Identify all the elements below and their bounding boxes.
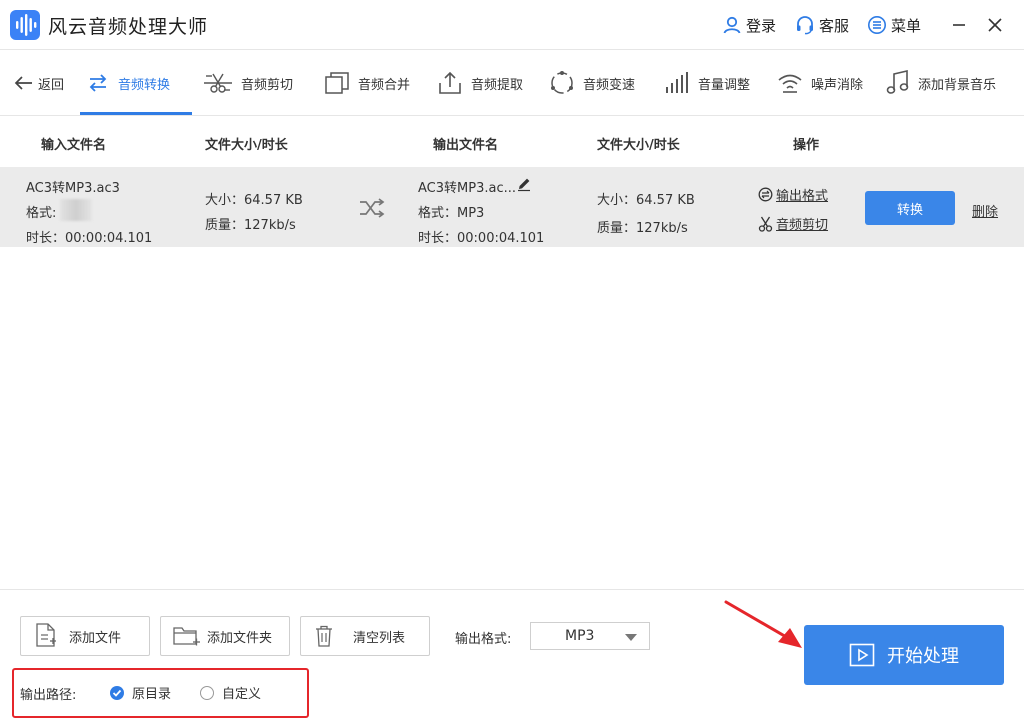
music-note-icon xyxy=(886,70,909,94)
tab-audio-cut[interactable]: 音频剪切 xyxy=(203,50,293,116)
radio-custom-directory[interactable]: 自定义 xyxy=(200,683,261,702)
clear-list-button[interactable]: 清空列表 xyxy=(300,616,430,656)
file-table-header: 输入文件名 文件大小/时长 输出文件名 文件大小/时长 操作 xyxy=(0,117,1024,167)
clear-list-label: 清空列表 xyxy=(353,630,406,646)
radio-unchecked-icon xyxy=(200,685,214,700)
output-quality: 质量：127kb/s xyxy=(597,221,688,236)
customer-service-button[interactable]: 客服 xyxy=(795,13,849,37)
tab-add-bgm[interactable]: 添加背景音乐 xyxy=(886,50,996,116)
wifi-noise-icon xyxy=(778,74,802,93)
tab-noise-removal[interactable]: 噪声消除 xyxy=(777,50,863,116)
radio-custom-label: 自定义 xyxy=(222,687,262,702)
menu-button[interactable]: 菜单 xyxy=(867,13,921,37)
add-folder-label: 添加文件夹 xyxy=(207,630,273,646)
column-header-output-size: 文件大小/时长 xyxy=(597,138,680,153)
customer-service-label: 客服 xyxy=(819,16,850,35)
add-file-icon xyxy=(36,623,56,647)
speed-dial-icon xyxy=(551,71,573,94)
menu-icon xyxy=(868,16,886,34)
volume-bars-icon xyxy=(666,72,688,93)
column-header-output-name: 输出文件名 xyxy=(433,138,499,153)
minimize-icon xyxy=(953,24,965,26)
input-quality: 质量：127kb/s xyxy=(205,218,296,233)
chevron-down-icon xyxy=(625,634,637,641)
tab-label: 噪声消除 xyxy=(811,77,864,93)
tab-label: 音量调整 xyxy=(698,77,751,93)
output-format-select[interactable]: MP3 xyxy=(530,622,650,650)
input-duration: 时长：00:00:04.101 xyxy=(26,231,153,246)
output-format: 格式：MP3 xyxy=(418,206,485,221)
app-title: 风云音频处理大师 xyxy=(48,16,209,38)
radio-checked-icon xyxy=(110,685,124,700)
waveform-cut-icon xyxy=(204,73,232,93)
column-header-actions: 操作 xyxy=(793,138,820,153)
output-format-action[interactable]: 输出格式 xyxy=(758,185,828,204)
back-button[interactable]: 返回 xyxy=(14,50,64,116)
tab-audio-extract[interactable]: 音频提取 xyxy=(437,50,523,116)
close-icon xyxy=(988,18,1002,32)
app-logo xyxy=(10,10,40,40)
tab-label: 音频转换 xyxy=(118,77,171,93)
audio-cut-link[interactable]: 音频剪切 xyxy=(776,214,828,233)
convert-button[interactable]: 转换 xyxy=(865,191,955,225)
trash-icon xyxy=(316,625,332,647)
tab-label: 音频剪切 xyxy=(241,77,294,93)
back-label: 返回 xyxy=(38,77,65,93)
divider xyxy=(0,589,1024,590)
tab-audio-convert[interactable]: 音频转换 xyxy=(86,50,170,116)
merge-icon xyxy=(325,72,349,94)
add-folder-icon xyxy=(173,627,200,646)
active-tab-indicator xyxy=(80,112,192,115)
tab-label: 音频变速 xyxy=(583,77,636,93)
tab-label: 音频提取 xyxy=(471,77,524,93)
output-file-name: AC3转MP3.ac... xyxy=(418,181,516,196)
start-processing-label: 开始处理 xyxy=(887,646,959,667)
annotation-arrow-icon xyxy=(724,600,802,648)
column-header-input-name: 输入文件名 xyxy=(41,138,107,153)
close-button[interactable] xyxy=(984,14,1006,36)
delete-link[interactable]: 删除 xyxy=(972,201,998,220)
headset-icon xyxy=(797,16,813,35)
radio-original-label: 原目录 xyxy=(132,687,172,702)
tab-label: 添加背景音乐 xyxy=(918,77,997,93)
output-format-label: 输出格式: xyxy=(455,632,512,647)
convert-arrows-icon xyxy=(89,74,107,92)
output-format-value: MP3 xyxy=(565,628,595,644)
title-bar: 风云音频处理大师 登录 客服 菜单 xyxy=(0,0,1024,50)
input-size: 大小：64.57 KB xyxy=(205,193,303,208)
waveform-icon xyxy=(16,14,37,36)
start-processing-button[interactable]: 开始处理 xyxy=(804,625,1004,685)
feature-nav: 返回 音频转换 音频剪切 音频合并 音频提取 音频变速 音量调整 噪声消除 添加… xyxy=(0,50,1024,116)
add-file-button[interactable]: 添加文件 xyxy=(20,616,150,656)
tab-volume-adjust[interactable]: 音量调整 xyxy=(664,50,750,116)
edit-pencil-icon[interactable] xyxy=(516,176,532,192)
output-duration: 时长：00:00:04.101 xyxy=(418,231,545,246)
login-button[interactable]: 登录 xyxy=(722,13,776,37)
play-icon xyxy=(849,643,875,667)
tab-audio-merge[interactable]: 音频合并 xyxy=(324,50,410,116)
add-file-label: 添加文件 xyxy=(69,630,122,646)
tab-audio-speed[interactable]: 音频变速 xyxy=(549,50,635,116)
login-label: 登录 xyxy=(746,16,777,35)
add-folder-button[interactable]: 添加文件夹 xyxy=(160,616,290,656)
format-convert-icon xyxy=(758,187,773,202)
input-file-name: AC3转MP3.ac3 xyxy=(26,181,120,196)
arrow-left-icon xyxy=(14,76,32,90)
minimize-button[interactable] xyxy=(948,14,970,36)
tab-label: 音频合并 xyxy=(358,77,411,93)
radio-original-directory[interactable]: 原目录 xyxy=(110,683,171,702)
column-header-input-size: 文件大小/时长 xyxy=(205,138,288,153)
upload-icon xyxy=(439,71,461,94)
output-path-label: 输出路径: xyxy=(20,688,77,703)
scissors-icon xyxy=(758,216,773,232)
shuffle-arrow-icon xyxy=(360,198,385,218)
menu-label: 菜单 xyxy=(891,16,922,35)
blurred-format-value xyxy=(60,199,92,221)
output-size: 大小：64.57 KB xyxy=(597,193,695,208)
output-format-link[interactable]: 输出格式 xyxy=(776,185,828,204)
audio-cut-action[interactable]: 音频剪切 xyxy=(758,214,828,233)
input-format-label: 格式: xyxy=(26,206,57,221)
user-icon xyxy=(723,16,741,34)
